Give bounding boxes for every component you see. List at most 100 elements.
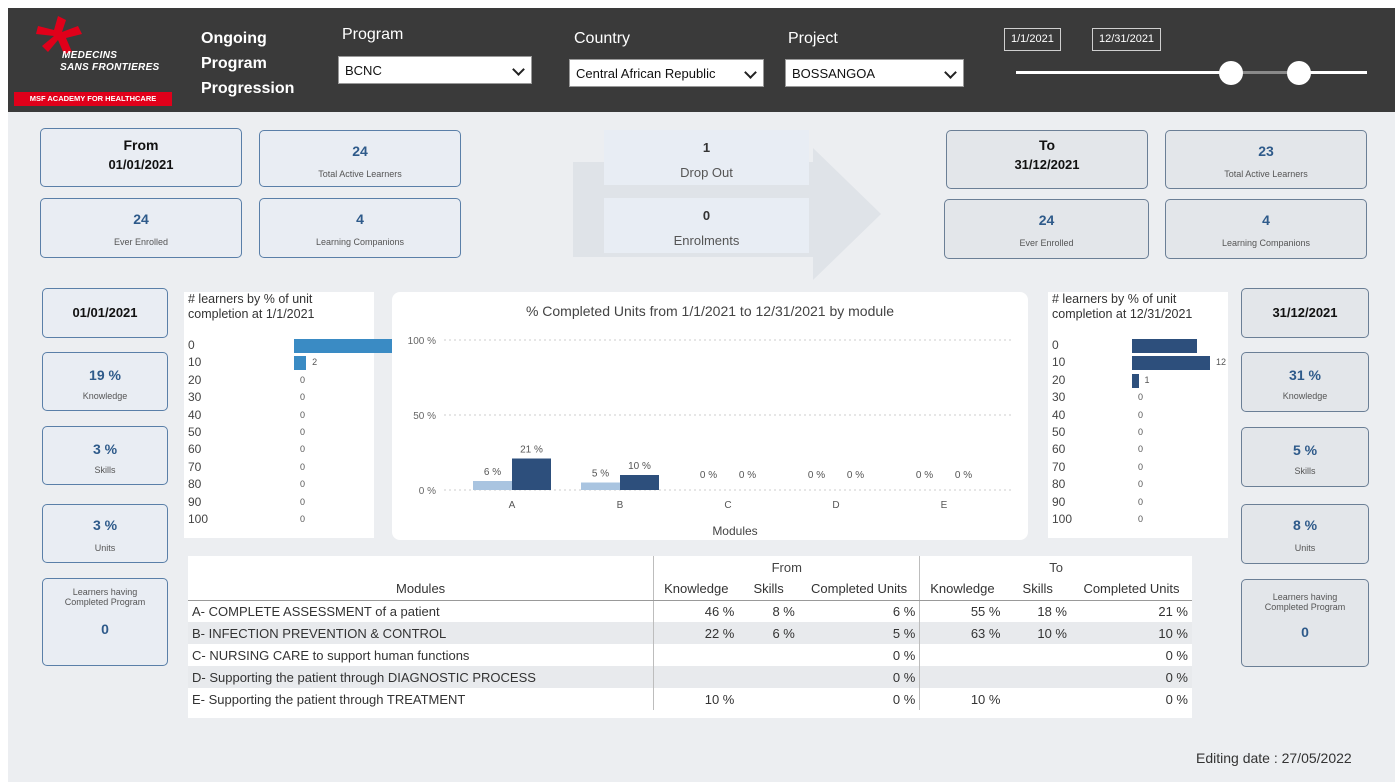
bar-value-label: 0 % <box>808 470 825 481</box>
y-tick-label: 100 % <box>408 336 436 347</box>
table-row[interactable]: E- Supporting the patient through TREATM… <box>188 688 1192 710</box>
chart-bar[interactable] <box>581 482 620 491</box>
left-knowledge-value: 19 % <box>89 367 121 383</box>
x-tick-label: D <box>832 500 839 511</box>
chart-bar[interactable] <box>473 481 512 490</box>
hist-row-label: 80 <box>1052 477 1066 492</box>
bar-value-label: 0 % <box>847 470 864 481</box>
col-from-skills[interactable]: Skills <box>738 578 799 601</box>
x-tick-label: E <box>941 500 948 511</box>
date-slider-track[interactable] <box>1016 71 1367 74</box>
left-knowledge-label: Knowledge <box>82 391 128 401</box>
from-date: 01/01/2021 <box>108 157 174 172</box>
enrolments-label: Enrolments <box>673 233 740 248</box>
dashboard-frame: MEDECINS SANS FRONTIERES MSF ACADEMY FOR… <box>8 8 1395 782</box>
table-cell: 0 % <box>1165 647 1188 663</box>
module-name-cell: C- NURSING CARE to support human functio… <box>192 647 470 663</box>
bar-value-label: 5 % <box>592 469 609 480</box>
country-dropdown[interactable]: Central African Republic <box>569 59 764 87</box>
table-cell <box>919 666 1005 688</box>
start-date-input[interactable]: 1/1/2021 <box>1004 28 1061 51</box>
logo-line2: SANS FRONTIERES <box>60 62 160 73</box>
logo-line1: MEDECINS <box>62 50 118 61</box>
hist-right-title-2: completion at 12/31/2021 <box>1052 307 1193 321</box>
hist-row-label: 50 <box>1052 425 1066 439</box>
table-cell: 6 % <box>738 622 799 644</box>
to-total-active-value: 23 <box>1258 143 1274 159</box>
table-cell: 6 % <box>892 603 916 619</box>
to-title: To <box>1038 137 1056 153</box>
group-to-header: To <box>919 556 1192 578</box>
right-date-card: 31/12/2021 <box>1241 288 1369 338</box>
bar-value-label: 21 % <box>520 445 543 456</box>
hist-value-label: 0 <box>1138 427 1144 437</box>
chevron-down-icon <box>744 66 757 79</box>
slider-end-handle[interactable] <box>1287 61 1311 85</box>
table-cell: 0 % <box>892 647 916 663</box>
right-units-card: 8 % Units <box>1241 504 1369 564</box>
right-skills-card: 5 % Skills <box>1241 427 1369 487</box>
table-cell: 55 % <box>919 600 1005 622</box>
col-from-completed[interactable]: Completed Units <box>798 578 920 601</box>
module-name-cell: E- Supporting the patient through TREATM… <box>192 691 466 707</box>
hist-bar[interactable] <box>1132 373 1139 388</box>
table-cell: 46 % <box>653 600 739 622</box>
table-cell <box>738 688 798 710</box>
table-row[interactable]: D- Supporting the patient through DIAGNO… <box>188 666 1192 688</box>
col-to-completed[interactable]: Completed Units <box>1070 578 1192 601</box>
col-from-knowledge[interactable]: Knowledge <box>653 578 739 601</box>
hist-left-title-1: # learners by % of unit <box>188 292 313 306</box>
right-knowledge-card: 31 % Knowledge <box>1241 352 1369 412</box>
editing-date: Editing date : 27/05/2022 <box>1196 750 1352 766</box>
to-companions-card: 4 Learning Companions <box>1165 199 1367 259</box>
to-companions-label: Learning Companions <box>1221 238 1311 248</box>
right-units-value: 8 % <box>1292 517 1318 533</box>
hist-value-label: 0 <box>1138 479 1144 490</box>
program-dropdown[interactable]: BCNC <box>338 56 532 84</box>
hist-value-label: 0 <box>1138 496 1144 507</box>
slider-start-handle[interactable] <box>1219 61 1243 85</box>
table-cell <box>1004 688 1071 710</box>
hist-row-label: 20 <box>1052 372 1066 387</box>
left-skills-label: Skills <box>94 465 116 475</box>
table-cell: 18 % <box>1037 603 1067 619</box>
end-date-input[interactable]: 12/31/2021 <box>1092 28 1162 51</box>
hist-row-label: 20 <box>188 372 202 387</box>
table-cell: 10 % <box>1004 622 1071 644</box>
col-to-knowledge[interactable]: Knowledge <box>919 578 1005 601</box>
page-title-line2: Program <box>201 55 267 72</box>
to-date: 31/12/2021 <box>1014 157 1080 172</box>
left-completed-label-2: Completed Program <box>64 597 146 607</box>
y-tick-label: 50 % <box>413 411 436 422</box>
right-skills-label: Skills <box>1294 466 1316 476</box>
project-dropdown[interactable]: BOSSANGOA <box>785 59 964 87</box>
dropout-label: Drop Out <box>680 165 733 180</box>
hist-value-label: 0 <box>300 444 306 455</box>
left-date: 01/01/2021 <box>72 305 138 320</box>
hist-row-label: 100 <box>188 512 209 526</box>
hist-bar[interactable] <box>1132 339 1197 353</box>
hist-value-label: 0 <box>300 514 306 524</box>
col-modules[interactable]: Modules <box>188 578 654 601</box>
table-row[interactable]: C- NURSING CARE to support human functio… <box>188 644 1192 666</box>
hist-value-label: 0 <box>300 409 306 420</box>
from-total-active-value: 24 <box>352 143 368 159</box>
chart-bar[interactable] <box>620 475 659 490</box>
group-from-header: From <box>653 556 920 578</box>
table-cell: 10 % <box>1070 622 1192 644</box>
hist-row-label: 70 <box>188 459 202 474</box>
hist-bar[interactable] <box>1132 356 1210 371</box>
hist-value-label: 2 <box>312 357 318 368</box>
col-to-skills[interactable]: Skills <box>1004 578 1071 601</box>
table-row[interactable]: A- COMPLETE ASSESSMENT of a patient 46 % 8… <box>188 600 1192 622</box>
table-cell: 8 % <box>772 603 795 619</box>
table-cell: 63 % <box>919 622 1005 644</box>
left-completion-histogram: # learners by % of unit completion at 1/… <box>184 292 428 538</box>
table-cell <box>653 666 739 688</box>
left-units-label: Units <box>94 543 116 553</box>
table-row[interactable]: B- INFECTION PREVENTION & CONTROL 22 % 6 %… <box>188 622 1192 644</box>
hist-bar[interactable] <box>294 356 307 371</box>
right-units-label: Units <box>1294 543 1316 553</box>
project-value: BOSSANGOA <box>792 66 876 81</box>
chart-bar[interactable] <box>512 458 551 491</box>
